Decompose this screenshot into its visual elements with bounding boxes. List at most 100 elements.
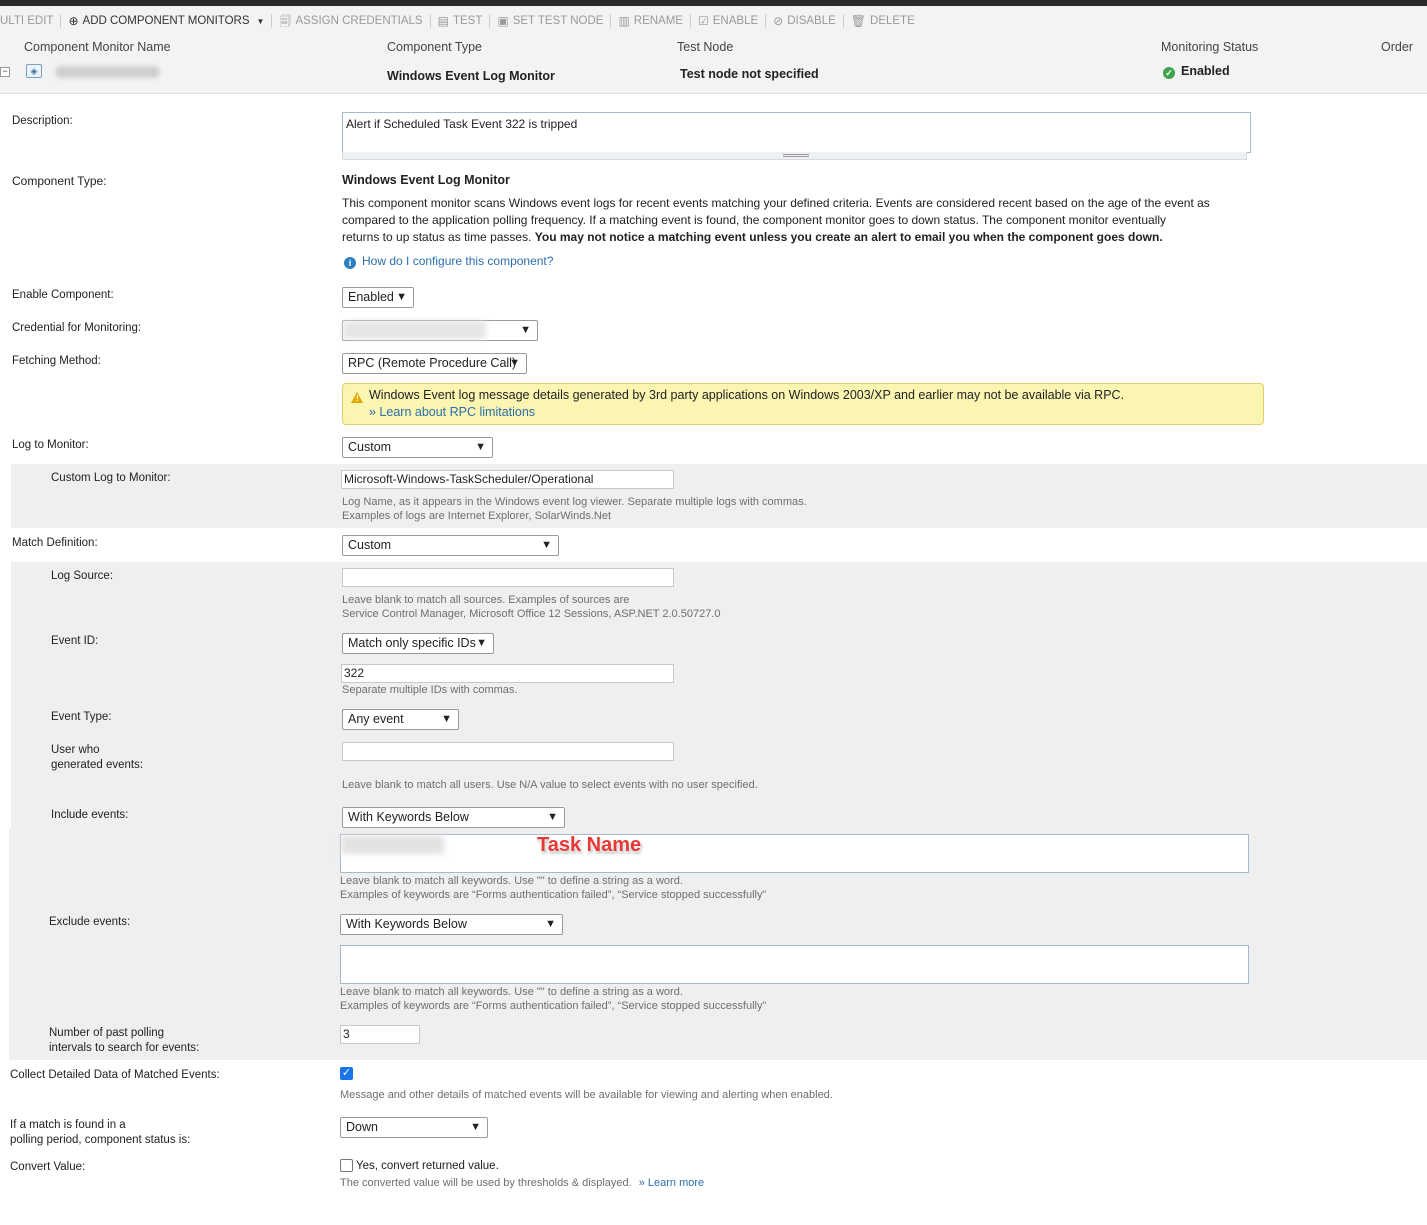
column-header-test-node[interactable]: Test Node [677,40,733,54]
convert-value-label: Convert Value: [10,1161,86,1173]
user-label-line: generated events: [51,759,144,771]
exclude-events-select[interactable]: With Keywords Below ▼ [340,914,563,935]
chevron-down-icon: ▼ [396,291,407,303]
column-header-type[interactable]: Component Type [387,40,482,54]
enable-label: ENABLE [712,15,759,27]
resize-grip[interactable] [342,152,1247,160]
set-test-node-label: SET TEST NODE [512,15,604,27]
convert-value-checkbox-label[interactable]: Yes, convert returned value. [356,1160,499,1172]
user-input[interactable] [342,742,674,761]
match-definition-value: Custom [348,538,392,552]
redacted-credential [343,321,486,339]
rename-button[interactable]: ▥ RENAME [611,6,690,36]
match-status-label-line: polling period, component status is: [10,1134,191,1146]
multi-edit-label: ULTI EDIT [0,15,54,27]
include-keywords-textarea[interactable] [340,834,1249,873]
help-link-label: How do I configure this component? [362,254,554,268]
multi-edit-button[interactable]: ULTI EDIT [0,6,60,36]
column-header-name[interactable]: Component Monitor Name [24,40,171,54]
event-id-label: Event ID: [51,635,99,647]
exclude-events-label: Exclude events: [49,916,131,928]
custom-log-hint-line: Examples of logs are Internet Explorer, … [342,510,612,522]
custom-log-hint: Log Name, as it appears in the Windows e… [342,495,807,523]
match-status-label-line: If a match is found in a [10,1119,126,1131]
include-events-hint: Leave blank to match all keywords. Use "… [340,874,766,902]
component-type-name: Windows Event Log Monitor [342,173,510,187]
chevron-down-icon: ▼ [547,811,558,823]
chevron-down-icon: ▼ [475,441,486,453]
chevron-down-icon: ▼ [256,16,265,26]
chevron-down-icon: ▼ [476,637,487,649]
enable-component-value: Enabled [348,290,394,304]
rpc-warning-box: ! Windows Event log message details gene… [342,383,1264,425]
test-button[interactable]: ▤ TEST [431,6,490,36]
component-type-desc-bold: You may not notice a matching event unle… [534,230,1163,244]
event-id-input[interactable]: 322 [341,664,674,683]
test-icon: ▤ [437,14,449,28]
exclude-events-hint: Leave blank to match all keywords. Use "… [340,985,766,1013]
match-status-label: If a match is found in a polling period,… [10,1118,190,1148]
user-hint: Leave blank to match all users. Use N/A … [342,779,758,791]
event-id-mode-select[interactable]: Match only specific IDs ▼ [342,633,494,654]
convert-value-hint: The converted value will be used by thre… [340,1176,704,1190]
include-events-hint-line: Examples of keywords are “Forms authenti… [340,889,767,901]
event-type-select[interactable]: Any event ▼ [342,709,459,730]
description-textarea[interactable]: Alert if Scheduled Task Event 322 is tri… [342,112,1251,153]
column-header-order[interactable]: Order [1381,40,1413,54]
past-intervals-label: Number of past polling intervals to sear… [49,1026,199,1056]
enable-button[interactable]: ☑ ENABLE [691,6,765,36]
past-intervals-label-line: Number of past polling [49,1027,165,1039]
component-type-desc-line: returns to up status as time passes. [342,230,532,244]
exclude-keywords-textarea[interactable] [340,945,1249,984]
user-label-line: User who [51,744,100,756]
add-component-monitors-label: ADD COMPONENT MONITORS [82,15,250,27]
grip-lines-icon [783,154,809,157]
assign-credentials-label: ASSIGN CREDENTIALS [295,15,423,27]
trash-icon: 🗑 [850,14,867,28]
disable-button[interactable]: ⊘ DISABLE [766,6,843,36]
custom-log-input[interactable]: Microsoft-Windows-TaskScheduler/Operatio… [341,470,674,489]
check-circle-icon: ✓ [1163,67,1175,79]
row-test-node: Test node not specified [680,67,819,81]
convert-value-hint-text: The converted value will be used by thre… [340,1177,632,1189]
add-component-monitors-button[interactable]: ⊕ ADD COMPONENT MONITORS ▼ [61,6,271,36]
component-type-desc-line: This component monitor scans Windows eve… [342,196,1210,210]
rpc-limitations-link[interactable]: » Learn about RPC limitations [369,405,535,419]
fetching-method-select[interactable]: RPC (Remote Procedure Call) ▼ [342,353,527,374]
fetching-method-label: Fetching Method: [12,355,101,367]
event-type-value: Any event [348,712,404,726]
plus-circle-icon: ⊕ [68,14,79,28]
credentials-icon: 🗐 [279,14,292,28]
match-definition-select[interactable]: Custom ▼ [342,535,559,556]
help-link[interactable]: i How do I configure this component? [344,254,553,269]
row-component-type: Windows Event Log Monitor [387,69,555,83]
user-label: User who generated events: [51,743,143,773]
collect-detailed-checkbox[interactable]: ✓ [340,1067,353,1080]
log-source-hint: Leave blank to match all sources. Exampl… [342,593,720,621]
collapse-toggle[interactable]: − [0,67,10,77]
set-test-node-button[interactable]: ▣ SET TEST NODE [490,6,610,36]
convert-value-checkbox[interactable] [340,1159,353,1172]
column-header-status[interactable]: Monitoring Status [1161,40,1258,54]
log-source-input[interactable] [342,568,674,587]
assign-credentials-button[interactable]: 🗐 ASSIGN CREDENTIALS [272,6,429,36]
event-id-mode-value: Match only specific IDs [348,636,476,650]
exclude-events-hint-line: Examples of keywords are “Forms authenti… [340,1000,767,1012]
description-label: Description: [12,115,73,127]
past-intervals-input[interactable]: 3 [340,1025,420,1044]
match-status-select[interactable]: Down ▼ [340,1117,488,1138]
delete-button[interactable]: 🗑 DELETE [844,6,922,36]
component-type-label: Component Type: [12,174,107,188]
enable-component-select[interactable]: Enabled ▼ [342,287,414,308]
event-id-hint: Separate multiple IDs with commas. [342,684,518,696]
toolbar: ULTI EDIT ⊕ ADD COMPONENT MONITORS ▼ 🗐 A… [0,6,1427,36]
redacted-component-name [55,66,160,78]
warning-icon: ! [351,392,363,403]
include-events-select[interactable]: With Keywords Below ▼ [342,807,565,828]
log-to-monitor-select[interactable]: Custom ▼ [342,437,493,458]
chevron-down-icon: ▼ [541,539,552,551]
log-source-label: Log Source: [51,570,114,582]
log-source-hint-line: Service Control Manager, Microsoft Offic… [342,608,721,620]
custom-log-label: Custom Log to Monitor: [51,472,171,484]
learn-more-link[interactable]: » Learn more [639,1177,704,1189]
